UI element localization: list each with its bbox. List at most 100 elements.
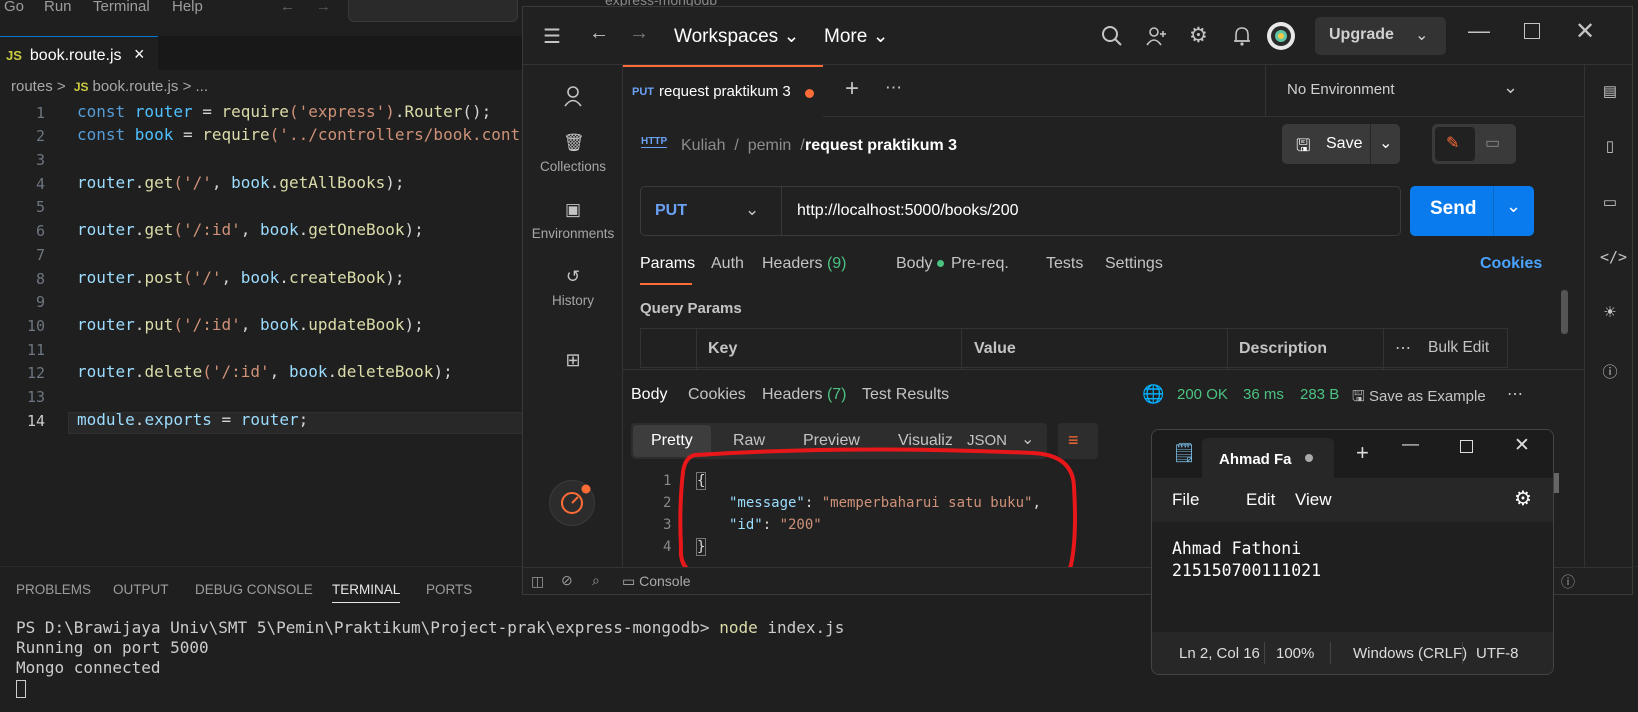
close-icon[interactable]: ✕	[1575, 17, 1595, 46]
tab-prereq[interactable]: Pre-req.	[951, 255, 1009, 273]
bell-icon[interactable]	[1232, 25, 1252, 47]
help-icon[interactable]: ⓘ	[1561, 572, 1575, 592]
notepad-text-area[interactable]: Ahmad Fathoni 215150700111021	[1152, 522, 1553, 632]
sidebar-item-history[interactable]: ↺ History	[523, 267, 623, 308]
save-button[interactable]: 🖫 Save ⌄	[1282, 124, 1400, 164]
url-input[interactable]: http://localhost:5000/books/200	[797, 202, 1019, 220]
code-line: const router = require('express').Router…	[77, 102, 492, 121]
tab-output[interactable]: OUTPUT	[113, 582, 169, 597]
encoding[interactable]: UTF-8	[1476, 645, 1519, 662]
tab-tests[interactable]: Tests	[1046, 255, 1083, 273]
minimize-icon[interactable]: —	[1468, 18, 1490, 44]
response-time[interactable]: 36 ms	[1243, 386, 1284, 403]
avatar[interactable]	[1266, 21, 1296, 51]
menu-icon[interactable]: ☰	[543, 24, 561, 49]
line-ending[interactable]: Windows (CRLF)	[1353, 645, 1467, 662]
tab-ports[interactable]: PORTS	[426, 582, 472, 597]
new-tab-plus-icon[interactable]: +	[1356, 440, 1369, 466]
divider	[1462, 642, 1463, 664]
notepad-tab-label: Ahmad Fa	[1219, 451, 1292, 468]
maximize-icon[interactable]	[1524, 23, 1540, 39]
response-size[interactable]: 283 B	[1300, 386, 1339, 403]
comments-icon[interactable]: ▭	[1600, 193, 1620, 213]
line-number: 12	[26, 364, 45, 382]
more-menu[interactable]: More ⌄	[824, 25, 889, 48]
tab-response-body[interactable]: Body	[631, 386, 667, 404]
runner-icon[interactable]	[549, 480, 595, 526]
tab-debug-console[interactable]: DEBUG CONSOLE	[195, 582, 313, 597]
breadcrumb-collection[interactable]: Kuliah / pemin /	[681, 137, 805, 155]
back-arrow-icon[interactable]: ←	[589, 22, 609, 45]
minimize-icon[interactable]: —	[1402, 434, 1419, 454]
forward-arrow-icon[interactable]: →	[629, 22, 649, 45]
tab-terminal[interactable]: TERMINAL	[332, 582, 401, 603]
check-icon[interactable]: ⊘	[561, 572, 573, 589]
send-button[interactable]: Send ⌄	[1410, 186, 1534, 236]
menu-file[interactable]: File	[1172, 490, 1199, 510]
gear-icon[interactable]: ⚙	[1189, 23, 1208, 48]
user-icon[interactable]	[523, 85, 623, 107]
pencil-icon[interactable]: ✎	[1446, 133, 1459, 153]
menu-view[interactable]: View	[1295, 490, 1332, 510]
cookies-link[interactable]: Cookies	[1480, 255, 1542, 273]
request-tab-bar: PUT request praktikum 3 + ⋯ No Environme…	[623, 65, 1584, 117]
sidebar-toggle-icon[interactable]: ◫	[531, 573, 544, 590]
environment-quicklook-icon[interactable]: ▤	[1600, 82, 1620, 102]
tab-test-results[interactable]: Test Results	[862, 386, 949, 404]
search-icon[interactable]	[1101, 25, 1123, 47]
comment-icon[interactable]: ▭	[1485, 133, 1500, 153]
tab-problems[interactable]: PROBLEMS	[16, 582, 91, 597]
status-code[interactable]: 200 OK	[1177, 386, 1228, 403]
more-options-icon[interactable]: ⋯	[1395, 338, 1411, 358]
save-as-example-button[interactable]: 🖫 Save as Example	[1352, 386, 1486, 411]
gear-icon[interactable]: ⚙	[1514, 486, 1532, 511]
chevron-down-icon: ⌄	[1021, 431, 1035, 448]
upgrade-button[interactable]: Upgrade ⌄	[1315, 17, 1446, 55]
workspaces-menu[interactable]: Workspaces ⌄	[674, 25, 799, 48]
bulk-edit-link[interactable]: Bulk Edit	[1428, 339, 1489, 357]
tab-headers[interactable]: Headers (9)	[762, 255, 847, 273]
code-editor[interactable]: 1 2 3 4 5 6 7 8 9 10 11 12 13 14 const r…	[0, 0, 568, 560]
divider	[623, 369, 1584, 370]
lightbulb-icon[interactable]: ☀	[1600, 303, 1620, 323]
edit-mode-toggle[interactable]: ✎ ▭	[1432, 124, 1516, 164]
apps-icon[interactable]: ⊞	[523, 350, 623, 376]
method-select[interactable]: PUT	[655, 202, 687, 220]
tab-response-cookies[interactable]: Cookies	[688, 386, 746, 404]
environment-selector[interactable]: No Environment	[1287, 81, 1395, 98]
notepad-tab[interactable]: Ahmad Fa	[1202, 438, 1334, 478]
tab-response-headers[interactable]: Headers (7)	[762, 386, 847, 404]
sidebar-item-collections[interactable]: 🗑 Collections	[523, 133, 623, 174]
search-icon[interactable]: ⌕	[592, 572, 600, 589]
scrollbar[interactable]	[1554, 473, 1559, 493]
maximize-icon[interactable]	[1460, 440, 1473, 453]
new-tab-plus-icon[interactable]: +	[845, 75, 859, 103]
scrollbar[interactable]	[1561, 290, 1568, 334]
invite-user-icon[interactable]	[1145, 25, 1167, 47]
tab-body[interactable]: Body	[896, 255, 944, 273]
more-tabs-icon[interactable]: ⋯	[885, 78, 902, 98]
globe-icon: 🌐	[1142, 384, 1165, 404]
request-title[interactable]: request praktikum 3	[805, 137, 957, 155]
close-icon[interactable]: ✕	[1514, 434, 1530, 457]
save-icon: 🖫	[1352, 388, 1365, 405]
chevron-down-icon[interactable]: ⌄	[745, 200, 759, 220]
sidebar-item-environments[interactable]: ▣ Environments	[523, 200, 623, 241]
zoom-level[interactable]: 100%	[1276, 645, 1314, 662]
chevron-down-icon[interactable]: ⌄	[1503, 77, 1518, 98]
request-tab[interactable]: PUT request praktikum 3	[623, 65, 823, 117]
tab-settings[interactable]: Settings	[1105, 255, 1163, 273]
console-button[interactable]: ▭ Console	[622, 573, 691, 590]
more-options-icon[interactable]: ⋯	[1507, 384, 1523, 404]
divider	[1265, 65, 1266, 117]
documentation-icon[interactable]: ▯	[1600, 137, 1620, 157]
line-number: 2	[35, 127, 45, 145]
tab-auth[interactable]: Auth	[711, 255, 744, 273]
menu-edit[interactable]: Edit	[1246, 490, 1275, 510]
postman-header: ☰ ← → Workspaces ⌄ More ⌄ ⚙ Upgrade ⌄ — ✕	[523, 7, 1632, 65]
tab-params[interactable]: Params	[640, 255, 695, 273]
code-icon[interactable]: </>	[1600, 248, 1627, 268]
terminal[interactable]: PS D:\Brawijaya Univ\SMT 5\Pemin\Praktik…	[16, 618, 844, 698]
info-icon[interactable]: ⓘ	[1600, 361, 1620, 381]
code-line: router.get('/:id', book.getOneBook);	[77, 220, 424, 239]
